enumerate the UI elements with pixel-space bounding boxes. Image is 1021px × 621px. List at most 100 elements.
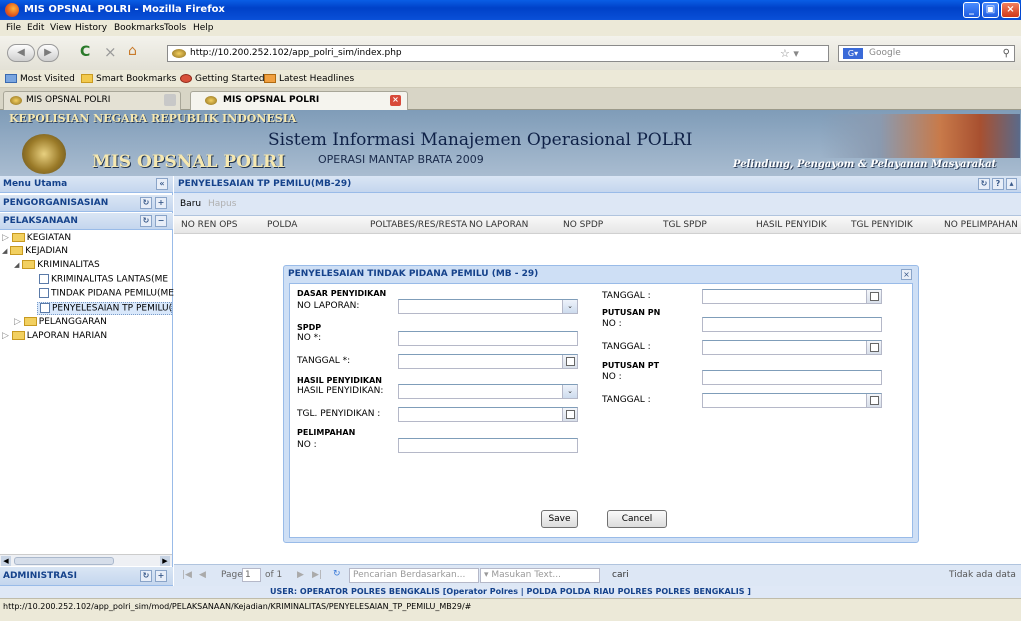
tree-item-laporan-harian[interactable]: ▷ LAPORAN HARIAN — [2, 331, 107, 341]
calendar-icon[interactable] — [562, 408, 577, 421]
url-bar[interactable]: http://10.200.252.102/app_polri_sim/inde… — [167, 45, 829, 62]
maximize-button[interactable]: ▣ — [982, 2, 999, 18]
horizontal-scrollbar[interactable]: ◀ ▶ — [0, 554, 172, 566]
tanggal-pn-input[interactable] — [702, 340, 882, 355]
bookmark-getting-started[interactable]: Getting Started — [180, 74, 265, 84]
scroll-left-icon[interactable]: ◀ — [1, 556, 11, 566]
expand-icon[interactable]: + — [155, 197, 167, 209]
google-icon[interactable]: G▾ — [843, 48, 863, 59]
expand-arrow-icon[interactable]: ▷ — [2, 331, 9, 341]
expand-arrow-icon[interactable]: ▷ — [2, 233, 9, 243]
tree-item-kejadian[interactable]: ◢ KEJADIAN — [2, 246, 68, 256]
search-field-select[interactable]: Pencarian Berdasarkan... — [349, 568, 479, 583]
tree-item-kriminalitas-lantas[interactable]: KRIMINALITAS LANTAS(ME — [39, 274, 168, 285]
last-page-icon[interactable]: ▶| — [312, 570, 322, 580]
section-administrasi[interactable]: ADMINISTRASI ↻ + — [0, 567, 173, 586]
search-text-input[interactable]: ▾ Masukan Text... — [480, 568, 600, 583]
tree-item-penyelesaian-tp-pemilu[interactable]: PENYELESAIAN TP PEMILU( — [37, 302, 172, 315]
collapse-panel-button[interactable]: « — [156, 178, 168, 190]
collapse-arrow-icon[interactable]: ◢ — [14, 261, 19, 269]
hasil-penyidikan-select[interactable]: ⌄ — [398, 384, 578, 399]
collapse-icon[interactable]: − — [155, 215, 167, 227]
search-bar[interactable]: G▾ Google ⚲ — [838, 45, 1015, 62]
cancel-button[interactable]: Cancel — [607, 510, 667, 528]
collapse-icon[interactable]: ▴ — [1006, 178, 1017, 190]
refresh-icon[interactable]: ↻ — [140, 197, 152, 209]
new-button[interactable]: Baru — [180, 199, 201, 209]
no-laporan-select[interactable]: ⌄ — [398, 299, 578, 314]
home-icon[interactable]: ⌂ — [128, 43, 137, 59]
refresh-icon[interactable]: ↻ — [333, 569, 341, 579]
tree-item-kriminalitas[interactable]: ◢ KRIMINALITAS — [14, 260, 100, 270]
tab-close-icon[interactable]: × — [390, 95, 401, 106]
calendar-icon[interactable] — [866, 290, 881, 303]
menu-view[interactable]: View — [50, 23, 71, 33]
tanggal-pt-input[interactable] — [702, 393, 882, 408]
stop-icon[interactable]: × — [104, 43, 117, 61]
tree-item-pelanggaran[interactable]: ▷ PELANGGARAN — [14, 317, 107, 327]
menu-edit[interactable]: Edit — [27, 23, 44, 33]
no-spdp-input[interactable] — [398, 331, 578, 346]
no-pelimpahan-input[interactable] — [398, 438, 578, 453]
tanggal-pelimpahan-input[interactable] — [702, 289, 882, 304]
magnifier-icon[interactable]: ⚲ — [1003, 46, 1010, 61]
calendar-icon[interactable] — [866, 394, 881, 407]
menu-file[interactable]: File — [6, 23, 21, 33]
col-no-spdp[interactable]: NO SPDP — [563, 220, 603, 230]
refresh-icon[interactable]: ↻ — [140, 215, 152, 227]
col-poltabes[interactable]: POLTABES/RES/RESTA — [370, 220, 467, 230]
tgl-penyidikan-input[interactable] — [398, 407, 578, 422]
calendar-icon[interactable] — [562, 355, 577, 368]
menu-tools[interactable]: Tools — [164, 23, 186, 33]
search-button[interactable]: cari — [612, 570, 629, 580]
forward-button[interactable]: ▶ — [37, 44, 59, 62]
col-tgl-spdp[interactable]: TGL SPDP — [663, 220, 707, 230]
tab-close-icon[interactable] — [164, 94, 176, 106]
expand-icon[interactable]: + — [155, 570, 167, 582]
section-pelaksanaan[interactable]: PELAKSANAAN ↻ − — [0, 213, 173, 230]
dropdown-arrow-icon[interactable]: ⌄ — [562, 300, 577, 313]
tab-1[interactable]: MIS OPSNAL POLRI — [3, 91, 181, 110]
col-no-ren-ops[interactable]: NO REN OPS — [181, 220, 237, 230]
delete-button[interactable]: Hapus — [208, 199, 236, 209]
save-button[interactable]: Save — [541, 510, 578, 528]
menu-bookmarks[interactable]: Bookmarks — [114, 23, 164, 33]
dialog-close-button[interactable]: × — [901, 269, 912, 280]
bookmark-latest-headlines[interactable]: Latest Headlines — [264, 74, 354, 84]
tree-item-kegiatan[interactable]: ▷ KEGIATAN — [2, 233, 71, 243]
prev-page-icon[interactable]: ◀ — [199, 570, 206, 580]
section-pengorganisasian[interactable]: PENGORGANISASIAN ↻ + — [0, 195, 173, 212]
minimize-button[interactable]: _ — [963, 2, 980, 18]
menu-history[interactable]: History — [75, 23, 107, 33]
scroll-thumb[interactable] — [14, 557, 114, 565]
tanggal-spdp-input[interactable] — [398, 354, 578, 369]
tab-2[interactable]: MIS OPSNAL POLRI × — [190, 91, 408, 110]
scroll-right-icon[interactable]: ▶ — [160, 556, 170, 566]
star-icon[interactable]: ☆ ▾ — [780, 46, 799, 61]
bookmark-smart[interactable]: Smart Bookmarks — [81, 74, 176, 84]
close-window-button[interactable]: × — [1001, 2, 1020, 18]
col-no-laporan[interactable]: NO LAPORAN — [469, 220, 528, 230]
reload-icon[interactable]: C — [80, 44, 90, 60]
menu-help[interactable]: Help — [193, 23, 214, 33]
refresh-icon[interactable]: ↻ — [978, 178, 990, 190]
refresh-icon[interactable]: ↻ — [140, 570, 152, 582]
page-input[interactable]: 1 — [242, 568, 261, 582]
bookmark-most-visited[interactable]: Most Visited — [5, 74, 75, 84]
tree-item-tindak-pidana-pemilu[interactable]: TINDAK PIDANA PEMILU(ME — [39, 288, 174, 299]
col-no-pelimpahan[interactable]: NO PELIMPAHAN — [944, 220, 1018, 230]
next-page-icon[interactable]: ▶ — [297, 570, 304, 580]
collapse-arrow-icon[interactable]: ◢ — [2, 247, 7, 255]
col-hasil-penyidik[interactable]: HASIL PENYIDIK — [756, 220, 827, 230]
no-pn-input[interactable] — [702, 317, 882, 332]
back-button[interactable]: ◀ — [7, 44, 35, 62]
col-tgl-penyidik[interactable]: TGL PENYIDIK — [851, 220, 913, 230]
first-page-icon[interactable]: |◀ — [182, 570, 192, 580]
panel-title: Menu Utama — [3, 179, 68, 189]
expand-arrow-icon[interactable]: ▷ — [14, 317, 21, 327]
calendar-icon[interactable] — [866, 341, 881, 354]
help-icon[interactable]: ? — [992, 178, 1004, 190]
col-polda[interactable]: POLDA — [267, 220, 297, 230]
no-pt-input[interactable] — [702, 370, 882, 385]
dropdown-arrow-icon[interactable]: ⌄ — [562, 385, 577, 398]
